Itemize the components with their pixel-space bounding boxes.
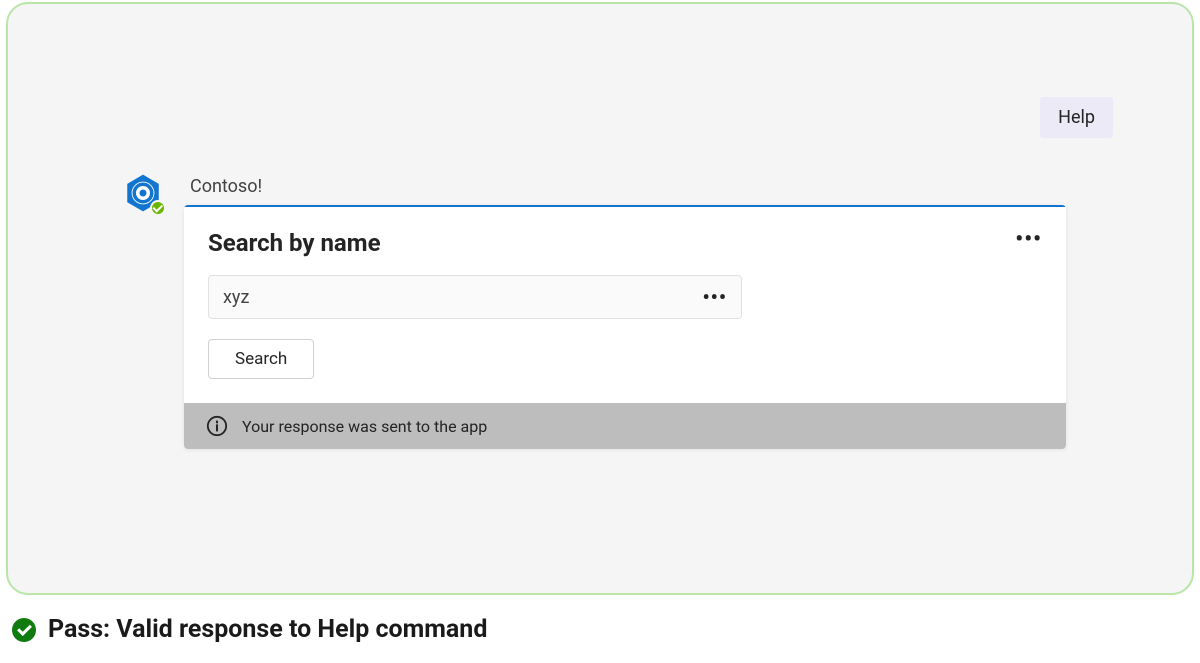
card-body: ••• Search by name ••• Search	[184, 207, 1066, 403]
search-input[interactable]	[223, 287, 702, 308]
input-more-icon[interactable]: •••	[702, 287, 727, 307]
validation-result-row: Pass: Valid response to Help command	[12, 615, 487, 644]
card-footer: Your response was sent to the app	[184, 403, 1066, 449]
example-panel: Help Contoso! ••• Search by name	[6, 2, 1194, 595]
search-input-container: •••	[208, 275, 742, 319]
card-more-icon[interactable]: •••	[1015, 229, 1042, 251]
validation-result-text: Pass: Valid response to Help command	[48, 615, 487, 644]
card-column: Contoso! ••• Search by name ••• Search	[184, 172, 1066, 449]
info-circle-icon	[206, 415, 228, 437]
card-title: Search by name	[208, 229, 1042, 257]
presence-available-icon	[150, 200, 166, 216]
search-button[interactable]: Search	[208, 339, 314, 379]
bot-message-row: Contoso! ••• Search by name ••• Search	[122, 172, 1066, 449]
help-message-text: Help	[1058, 107, 1095, 128]
app-avatar	[122, 172, 164, 214]
app-name-label: Contoso!	[184, 172, 1066, 205]
pass-check-icon	[12, 618, 36, 642]
adaptive-card: ••• Search by name ••• Search Your respo…	[184, 205, 1066, 449]
help-message-bubble: Help	[1040, 97, 1113, 138]
card-footer-text: Your response was sent to the app	[242, 417, 487, 436]
